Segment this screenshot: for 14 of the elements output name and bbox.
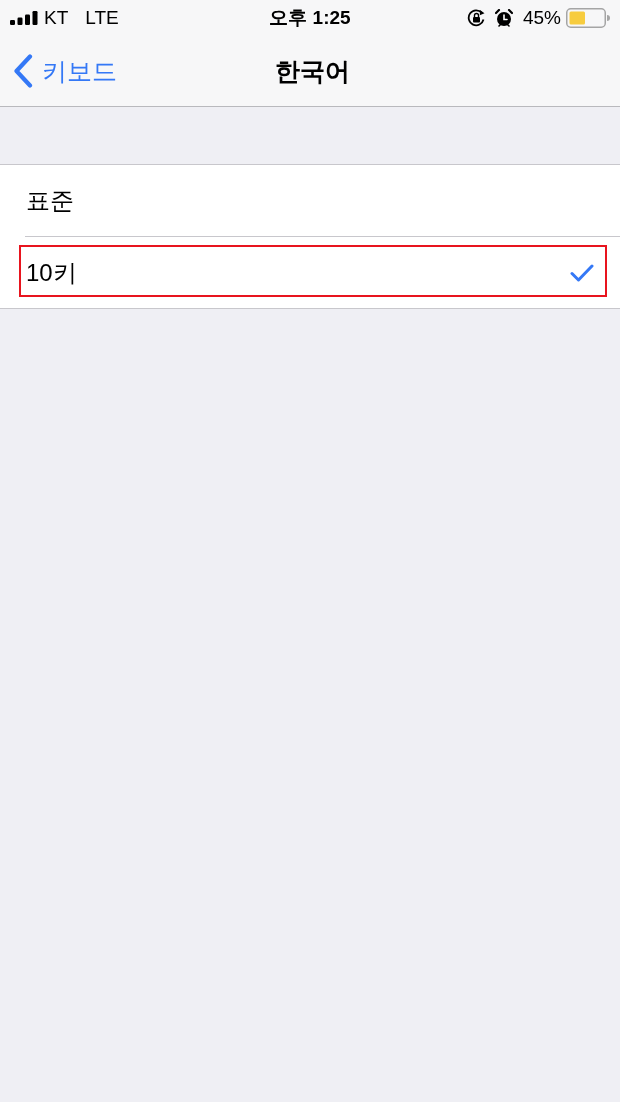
list-option[interactable]: 10키: [0, 237, 620, 308]
alarm-clock-icon: [494, 9, 513, 27]
battery-icon: [566, 8, 610, 28]
signal-bars-icon: [10, 11, 38, 25]
status-time: 오후 1:25: [269, 7, 351, 29]
carrier-name: KT: [44, 7, 69, 29]
list-option[interactable]: 표준: [0, 165, 620, 236]
battery-percentage: 45%: [522, 7, 561, 29]
back-button[interactable]: 키보드: [13, 54, 117, 88]
network-type: LTE: [85, 7, 119, 29]
page-title: 한국어: [275, 56, 350, 87]
chevron-left-icon: [13, 54, 33, 88]
rotation-lock-icon: [466, 9, 487, 27]
checkmark-icon: [570, 263, 594, 282]
